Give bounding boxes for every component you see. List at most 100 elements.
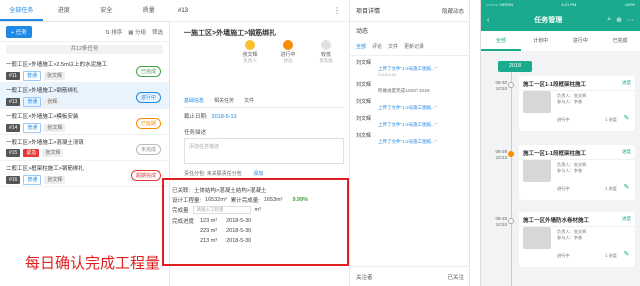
task-row[interactable]: 一般工区>外墙施工>钢筋绑扎 #13 普通 张辉 进行中 [0, 83, 169, 109]
card-title: 施工一区1-1段框架柱施工 [519, 76, 635, 91]
tab-progress[interactable]: 进度 [43, 0, 86, 21]
subtab-related[interactable]: 相关任务 [214, 97, 234, 104]
priority-field[interactable]: 较低 优先级 [314, 40, 338, 64]
detail-subtabs: 基础信息 相关任务 文件 [184, 97, 344, 108]
owner-chip: 张文辉 [42, 149, 64, 157]
task-row[interactable]: 一般工区>外墙施工>模板安装 #14 普通 张文辉 已延期 [0, 109, 169, 135]
activity-item: 刘文辉 所做进度完成123m³ 2018- [350, 78, 470, 95]
back-icon[interactable]: ‹ [487, 17, 489, 24]
entry-time: 08-30 10:53 [485, 80, 507, 92]
sort-button[interactable]: ⇅ 排序 [105, 28, 122, 36]
filter-button[interactable]: 筛选 [152, 28, 163, 36]
task-row[interactable]: 一般工区>外墙施工>2.5m以上的水泥施工 #11 普通 张文辉 已完成 [0, 57, 169, 83]
activity-user: 刘文辉 [356, 116, 372, 122]
activity-text[interactable]: 上传了文件"1-2号施工图纸..." [378, 139, 464, 145]
phone-tabs: 全部 计划中 进行中 已完成 [481, 31, 640, 51]
add-icon[interactable]: ⊕ [616, 16, 622, 24]
done-label: 完成量 [172, 208, 189, 214]
edit-icon[interactable]: ✎ [622, 183, 631, 192]
priority-caption: 优先级 [319, 58, 333, 63]
subtab-files[interactable]: 文件 [244, 97, 254, 104]
activity-item: 刘文辉 上传了文件"1-2号施工图纸..." [350, 129, 470, 146]
assignee-field[interactable]: 张文辉 负责人 [238, 40, 262, 64]
activity-text: 所做进度完成123m³ 2018- [378, 88, 431, 93]
phone-tab-all[interactable]: 全部 [481, 31, 521, 51]
card-state: 进度 [622, 80, 631, 85]
activity-item: 刘文辉 上传了文件"1-2号施工图纸..." [350, 95, 470, 112]
add-subcontract-link[interactable]: 添加 [253, 171, 263, 177]
task-card[interactable]: 施工一区外墙防水卷材施工 进度 负责人：张文辉 参与人：李香 进行中 1 进度 … [519, 212, 635, 267]
project-detail-button[interactable]: 项目详情 [356, 6, 380, 15]
activity-title-row: 动态 [350, 22, 470, 38]
activity-tabs: 全部 评论 文件 更新记录 [350, 38, 470, 56]
nav-bar: ‹ 任务管理 ⌕ ⊕ ⋯ [481, 9, 640, 31]
activity-tab-updates[interactable]: 更新记录 [404, 43, 424, 50]
quantity-input[interactable]: 请输入工程量 [192, 206, 251, 214]
task-number: #16 [6, 176, 21, 184]
timeline-dot [508, 151, 514, 157]
timeline-dot [508, 82, 514, 88]
task-number: #14 [6, 124, 21, 132]
task-row[interactable]: 一般工区>外墙施工>混凝土浇筑 #15 紧急 张文辉 未完成 [0, 135, 169, 161]
tab-quality[interactable]: 质量 [128, 0, 171, 21]
detail-number: #13 [178, 7, 189, 14]
subcontract-row: 责任分包: 未关联责任分包 添加 [184, 170, 263, 177]
history-row: 213 m³ 2018-5-30 [172, 236, 339, 246]
priority-value: 较低 [320, 52, 331, 58]
edit-icon[interactable]: ✎ [622, 250, 631, 259]
activity-text[interactable]: 上传了文件"1-2号施工图纸..." [378, 122, 464, 128]
group-button[interactable]: ▦ 分组 [128, 28, 146, 36]
accum-label: 累计完成量: [230, 198, 260, 204]
entry-date: 08-29 [495, 149, 507, 154]
activity-item: 刘文辉 上传了文件"1-2号施工图纸..." 2018-5-30 [350, 56, 470, 78]
tab-safety[interactable]: 安全 [85, 0, 128, 21]
site-photo-image [523, 227, 551, 249]
activity-tab-all[interactable]: 全部 [356, 43, 366, 50]
task-card[interactable]: 施工一区1-1段框架柱施工 进度 负责人：张文辉 参与人：李香 进行中 1 进度… [519, 76, 635, 131]
state-field[interactable]: 进行中 状态 [276, 40, 300, 64]
due-value[interactable]: 2018-6-13 [212, 114, 237, 120]
activity-time: 2018-5-30 [378, 72, 397, 77]
activity-text[interactable]: 上传了文件"1-2号施工图纸..." [378, 105, 464, 111]
hide-activity-button[interactable]: 隐藏动态 [442, 7, 464, 15]
followers-label[interactable]: 关注者 [356, 273, 373, 281]
task-card[interactable]: 施工一区1-1段框架柱施工 进度 负责人：张文辉 参与人：李香 进行中 1 进度… [519, 145, 635, 200]
activity-tab-files[interactable]: 文件 [388, 43, 398, 50]
history-row: 223 m³ 2018-5-30 [172, 226, 339, 236]
status-badge: 超期完成 [130, 170, 161, 181]
task-number: #15 [6, 149, 21, 157]
more-icon[interactable]: ⋯ [627, 16, 634, 24]
priority-chip: 紧急 [23, 149, 40, 157]
task-row[interactable]: 二般工区>框架柱施工>钢筋绑扎 #16 普通 张文辉 超期完成 [0, 161, 169, 187]
entry-clock: 10:53 [495, 222, 507, 227]
mobile-app: ○○○○○ VIRGIN 4:21 PM 100% ‹ 任务管理 ⌕ ⊕ ⋯ 全… [480, 0, 640, 286]
follow-button[interactable]: 已关注 [447, 273, 464, 281]
tab-all[interactable]: 全部任务 [0, 0, 43, 21]
activity-tab-comments[interactable]: 评论 [372, 43, 382, 50]
design-label: 设计工程量: [172, 198, 202, 204]
card-title: 施工一区1-1段框架柱施工 [519, 145, 635, 160]
subtab-basic[interactable]: 基础信息 [184, 97, 204, 104]
more-menu-icon[interactable]: ⋮ [333, 6, 341, 15]
activity-footer: 关注者 已关注 [350, 266, 470, 286]
activity-user: 刘文辉 [356, 99, 372, 105]
group-label: 分组 [134, 29, 146, 36]
description-input[interactable]: 添加任务描述 [184, 138, 344, 164]
linked-label: 已关联: [172, 188, 191, 194]
site-photo-image [523, 91, 551, 113]
search-icon[interactable]: ⌕ [607, 16, 611, 24]
phone-tab-done[interactable]: 已完成 [600, 31, 640, 51]
phone-tab-inprogress[interactable]: 进行中 [561, 31, 601, 51]
history-date: 2018-5-30 [226, 238, 252, 244]
owner-chip: 张文辉 [44, 124, 66, 132]
status-badge: 已完成 [135, 66, 161, 77]
priority-chip: 普通 [23, 97, 42, 107]
edit-icon[interactable]: ✎ [622, 114, 631, 123]
state-icon [283, 40, 293, 50]
entry-time: 08-28 10:53 [485, 216, 507, 228]
phone-tab-planned[interactable]: 计划中 [521, 31, 561, 51]
history-qty: 213 m³ [200, 238, 218, 244]
subcontract-value: 未关联责任分包 [206, 171, 242, 177]
history-label: 完成进度 [172, 219, 195, 225]
new-task-button[interactable]: + 任务 [6, 25, 32, 38]
